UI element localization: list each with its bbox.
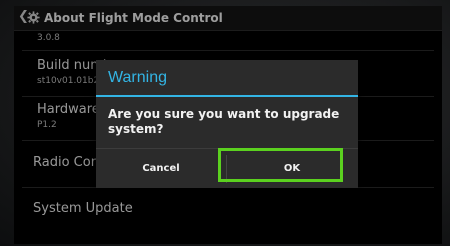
device-bezel: ❮ About Flight Mode Control 3.0.8 Build … [0,0,450,246]
dialog-title: Warning [108,69,167,86]
screen: ❮ About Flight Mode Control 3.0.8 Build … [14,6,442,244]
cancel-button[interactable]: Cancel [96,149,226,189]
dialog-title-divider [96,95,358,97]
ok-button-highlight [218,148,343,182]
dialog-message: Are you sure you want to upgrade system? [108,107,340,136]
